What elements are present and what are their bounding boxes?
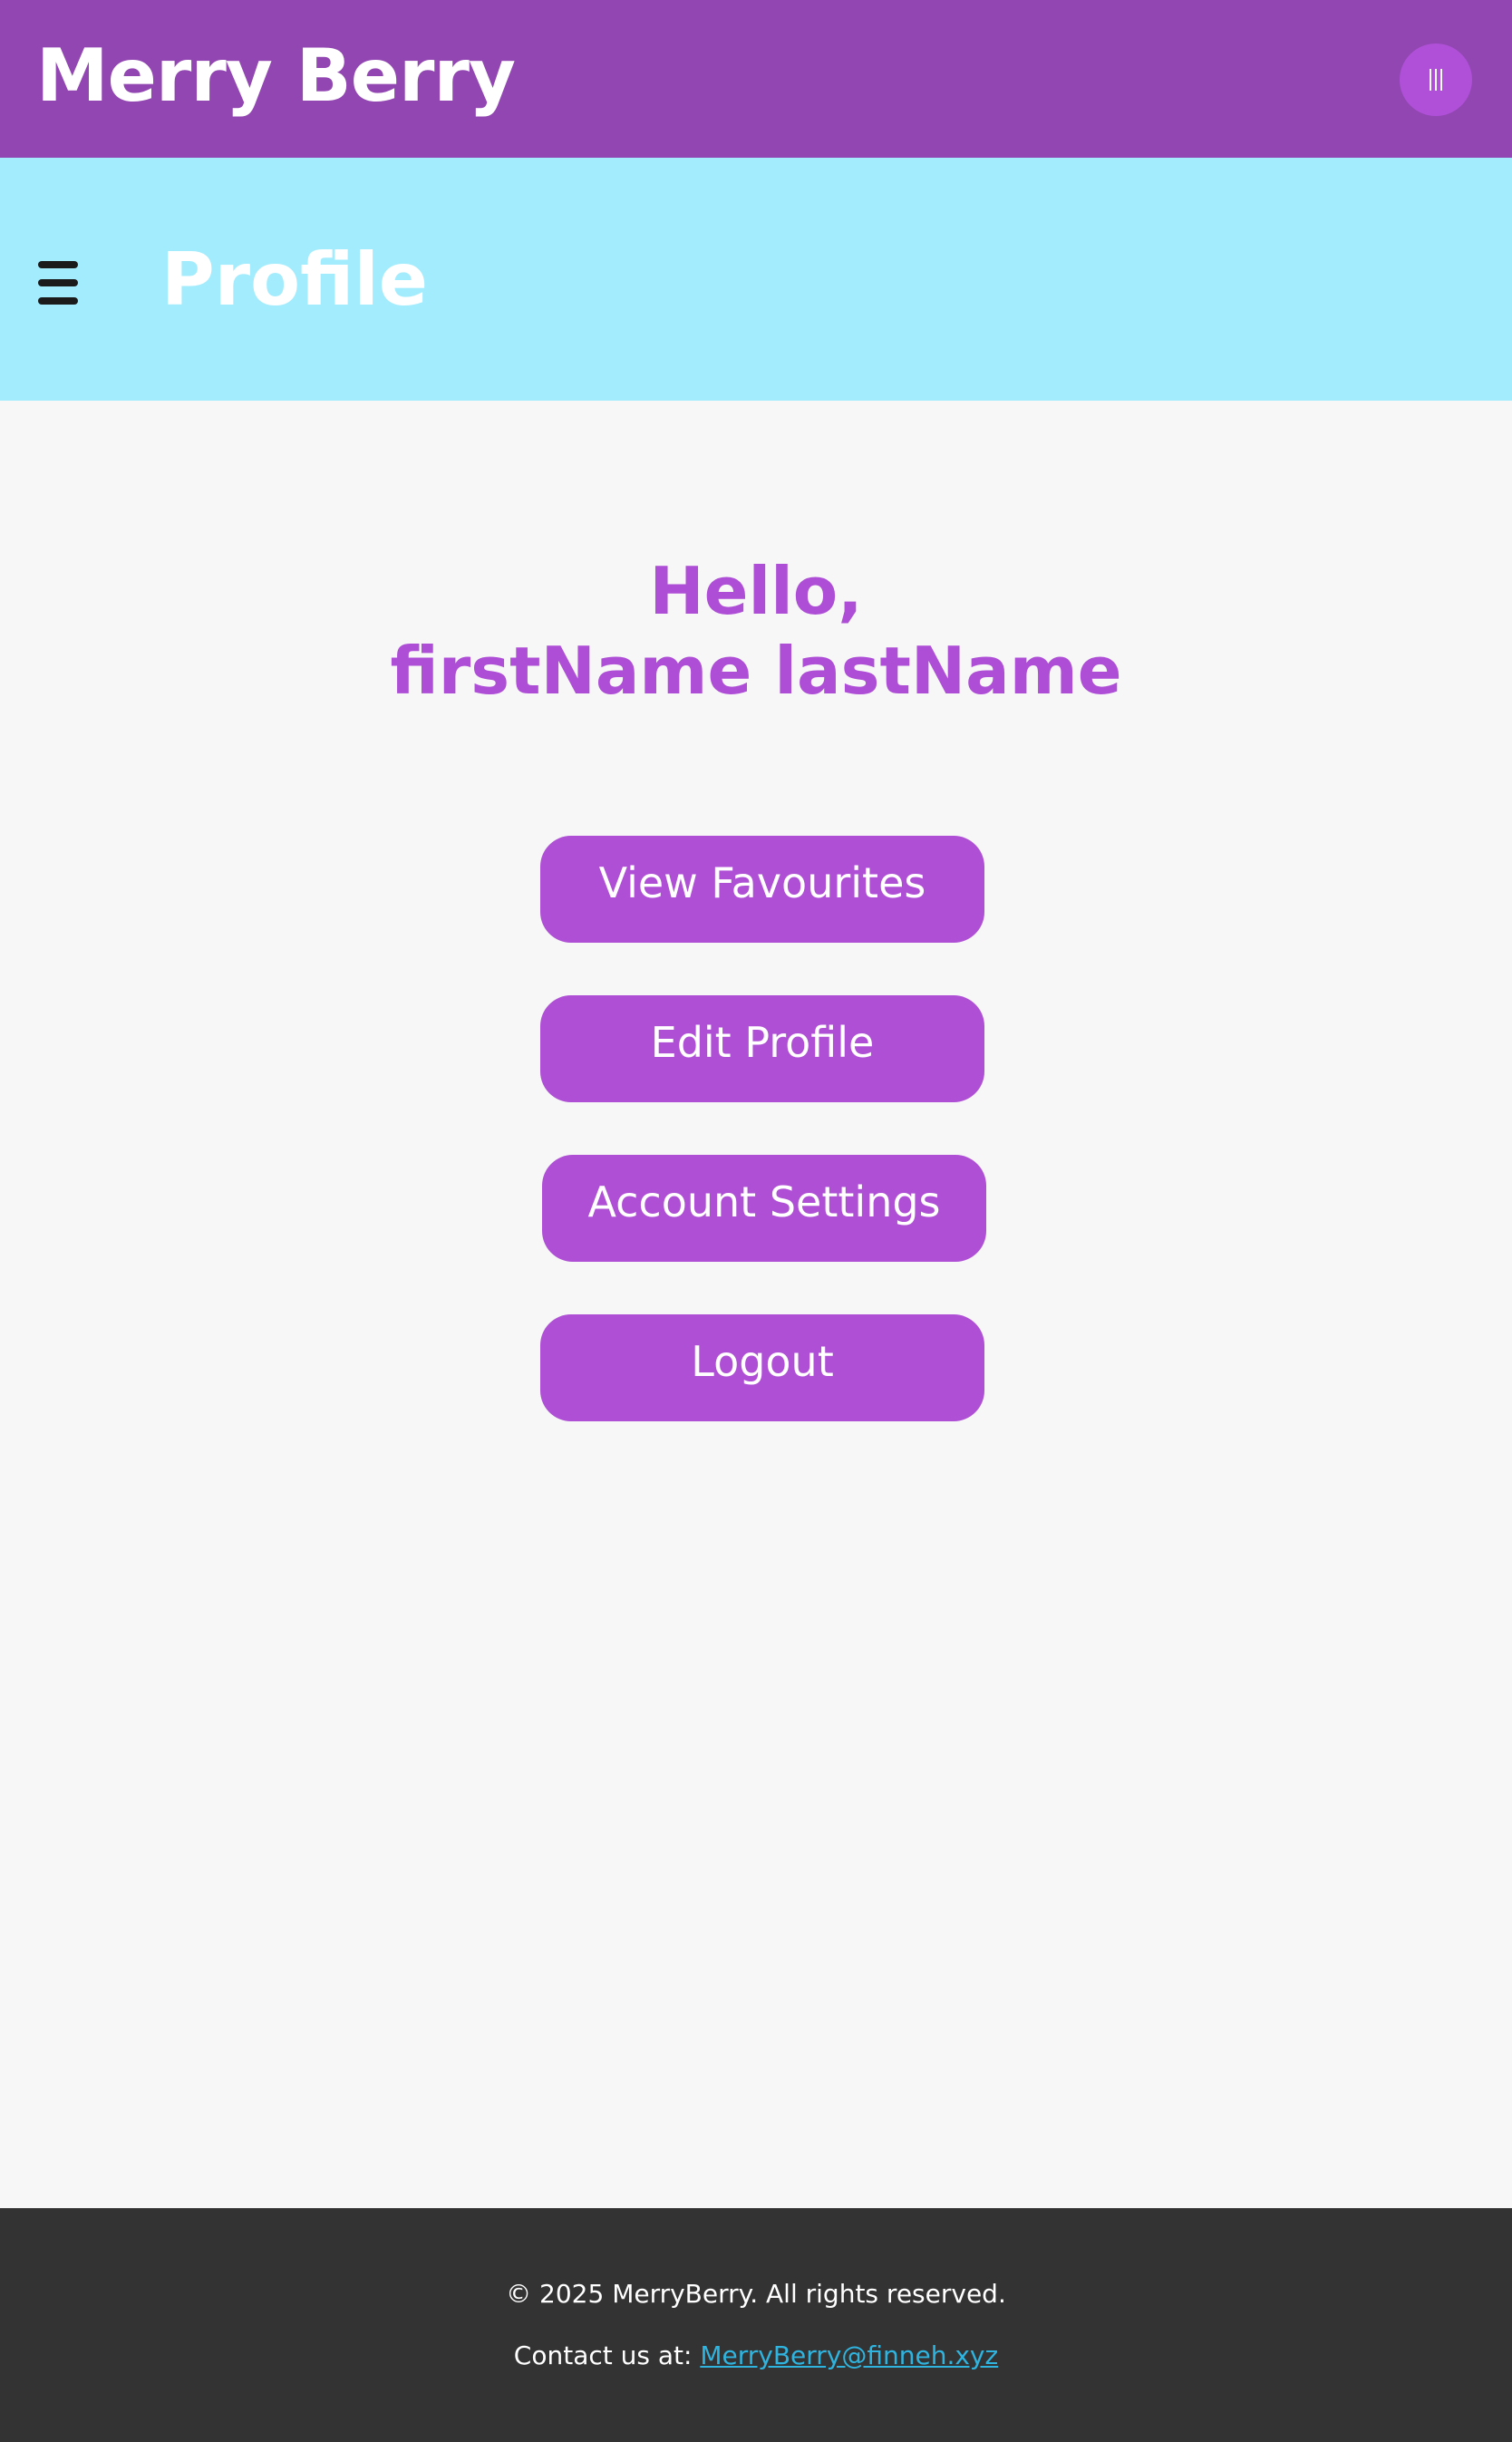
user-full-name: firstName lastName	[390, 633, 1122, 709]
vertical-bars-icon	[1430, 69, 1442, 91]
edit-profile-button[interactable]: Edit Profile	[540, 995, 984, 1102]
logout-label: Logout	[691, 1337, 834, 1386]
hamburger-menu-icon[interactable]	[36, 256, 83, 310]
contact-email-link[interactable]: MerryBerry@finneh.xyz	[700, 2340, 998, 2370]
greeting-heading: Hello, firstName lastName	[303, 551, 1209, 711]
page-title: Profile	[161, 237, 429, 322]
logout-button[interactable]: Logout	[540, 1314, 984, 1421]
menu-toggle-button[interactable]	[1400, 44, 1472, 116]
view-favourites-label: View Favourites	[598, 858, 926, 907]
account-settings-label: Account Settings	[587, 1177, 941, 1226]
greeting-line: Hello,	[649, 553, 863, 629]
page-header: Profile	[0, 158, 1512, 401]
brand-title[interactable]: Merry Berry	[36, 25, 516, 127]
edit-profile-label: Edit Profile	[650, 1018, 875, 1067]
view-favourites-button[interactable]: View Favourites	[540, 836, 984, 943]
copyright-text: © 2025 MerryBerry. All rights reserved.	[506, 2279, 1006, 2309]
account-settings-button[interactable]: Account Settings	[542, 1155, 986, 1262]
contact-line: Contact us at: MerryBerry@finneh.xyz	[0, 2340, 1512, 2370]
page-footer: © 2025 MerryBerry. All rights reserved. …	[0, 2208, 1512, 2442]
top-navbar: Merry Berry	[0, 0, 1512, 158]
contact-label: Contact us at:	[513, 2340, 701, 2370]
